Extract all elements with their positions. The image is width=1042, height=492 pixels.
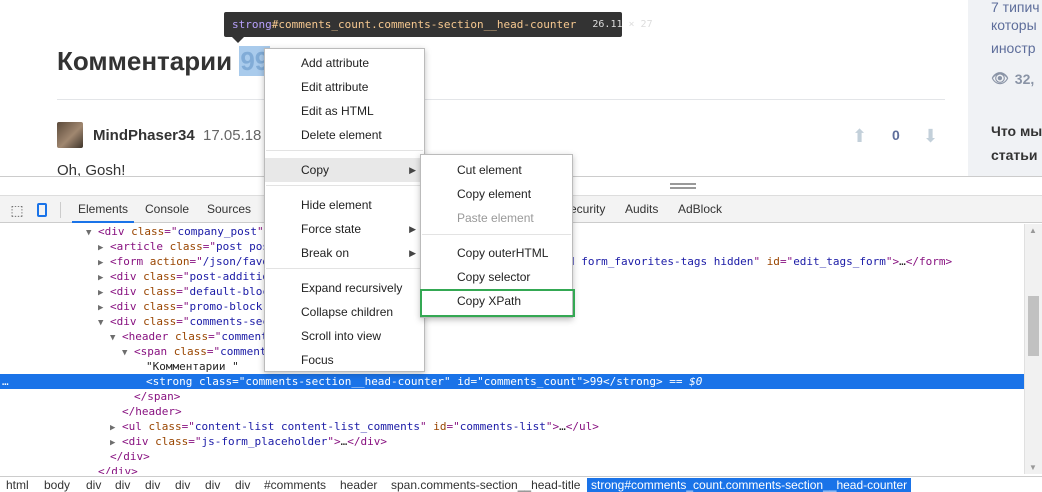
menu-item-break-on[interactable]: Break on ▶ bbox=[265, 241, 424, 265]
tooltip-arrow bbox=[232, 37, 244, 43]
menu-item-copy[interactable]: Copy ▶ bbox=[265, 158, 424, 182]
toolbar-divider bbox=[60, 202, 61, 218]
heading-divider bbox=[57, 99, 945, 100]
menu-item-force-state[interactable]: Force state ▶ bbox=[265, 217, 424, 241]
scroll-down-icon[interactable]: ▼ bbox=[1029, 463, 1037, 472]
dom-node[interactable]: </div> bbox=[0, 449, 1024, 464]
scroll-up-icon[interactable]: ▲ bbox=[1029, 226, 1037, 235]
menu-item-focus[interactable]: Focus bbox=[265, 348, 424, 372]
sidebar-heading-line[interactable]: Что мы bbox=[991, 120, 1042, 142]
menu-item-break-on-label: Break on bbox=[301, 246, 350, 260]
tooltip-dimensions: 26.11 × 27 bbox=[592, 19, 653, 30]
breadcrumb-item[interactable]: body bbox=[40, 478, 74, 492]
tooltip-selector: #comments_count.comments-section__head-c… bbox=[271, 18, 577, 31]
menu-item-copy-label: Copy bbox=[301, 163, 330, 177]
menu-item-scroll-into-view[interactable]: Scroll into view bbox=[265, 324, 424, 348]
tab-adblock[interactable]: AdBlock bbox=[672, 196, 728, 223]
tooltip-tag: strong bbox=[232, 18, 272, 31]
breadcrumb-item[interactable]: div bbox=[141, 478, 164, 492]
breadcrumb-item[interactable]: html bbox=[2, 478, 33, 492]
menu-item-copy-outerhtml[interactable]: Copy outerHTML bbox=[421, 241, 572, 265]
scroll-thumb[interactable] bbox=[1028, 296, 1039, 356]
menu-item-add-attribute[interactable]: Add attribute bbox=[265, 51, 424, 75]
dom-text-node[interactable]: "Комментарии " bbox=[0, 359, 1024, 374]
menu-separator bbox=[266, 185, 423, 186]
breadcrumb-item[interactable]: span.comments-section__head-title bbox=[387, 478, 584, 492]
comment-score: 0 bbox=[892, 127, 900, 143]
dom-breadcrumbs: html body div div div div div div #comme… bbox=[0, 476, 1042, 492]
menu-item-edit-html[interactable]: Edit as HTML bbox=[265, 99, 424, 123]
dom-node[interactable]: ▼ <header class="comment bbox=[0, 329, 1024, 344]
selected-node-ref: == $0 bbox=[669, 375, 703, 388]
menu-item-force-state-label: Force state bbox=[301, 222, 362, 236]
menu-item-copy-selector[interactable]: Copy selector bbox=[421, 265, 572, 289]
menu-item-hide-element[interactable]: Hide element bbox=[265, 193, 424, 217]
views-counter: 👁 32, bbox=[991, 70, 1034, 87]
comments-heading: Комментарии 99 bbox=[57, 46, 271, 77]
comment-header: MindPhaser34 17.05.18 ⬆ 0 ⬇ bbox=[57, 122, 947, 152]
comments-title-text: Комментарии bbox=[57, 46, 233, 76]
menu-item-edit-attribute[interactable]: Edit attribute bbox=[265, 75, 424, 99]
breadcrumb-item[interactable]: div bbox=[201, 478, 224, 492]
right-sidebar: 7 типич которы иностр 👁 32, Что мы стать… bbox=[968, 0, 1042, 176]
dom-node[interactable]: ▶ <ul class="content-list content-list_co… bbox=[0, 419, 1024, 434]
dom-node[interactable]: ▼ <span class="comment bbox=[0, 344, 1024, 359]
sidebar-link-line[interactable]: иностр bbox=[991, 37, 1036, 59]
tab-sources[interactable]: Sources bbox=[201, 196, 257, 223]
menu-item-collapse-children[interactable]: Collapse children bbox=[265, 300, 424, 324]
copy-xpath-highlight bbox=[420, 289, 575, 317]
breadcrumb-item[interactable]: header bbox=[336, 478, 381, 492]
comment-author[interactable]: MindPhaser34 bbox=[93, 127, 195, 144]
inspect-cursor-icon[interactable]: ⬚ bbox=[8, 201, 26, 219]
breadcrumb-item[interactable]: div bbox=[231, 478, 254, 492]
submenu-arrow-icon: ▶ bbox=[409, 224, 416, 234]
comment-date: 17.05.18 bbox=[203, 127, 262, 144]
menu-item-cut-element[interactable]: Cut element bbox=[421, 158, 572, 182]
tab-elements[interactable]: Elements bbox=[72, 196, 135, 223]
avatar[interactable] bbox=[57, 122, 83, 148]
dom-node-selected[interactable]: … <strong class="comments-section__head-c… bbox=[0, 374, 1024, 389]
context-menu: Add attribute Edit attribute Edit as HTM… bbox=[264, 48, 425, 372]
menu-separator bbox=[422, 234, 571, 235]
breadcrumb-item[interactable]: div bbox=[111, 478, 134, 492]
dom-node[interactable]: ▶ <div class="js-form_placeholder">…</div… bbox=[0, 434, 1024, 449]
device-toolbar-icon[interactable] bbox=[33, 201, 51, 219]
views-value: 32, bbox=[1014, 70, 1035, 87]
vote-down-icon[interactable]: ⬇ bbox=[923, 126, 938, 147]
dom-node[interactable]: </div> bbox=[0, 464, 1024, 474]
dom-scrollbar[interactable]: ▲ ▼ bbox=[1024, 224, 1042, 474]
element-inspect-tooltip: strong #comments_count.comments-section__… bbox=[224, 12, 653, 37]
menu-item-expand-recursively[interactable]: Expand recursively bbox=[265, 276, 424, 300]
comment-text: Oh, Gosh! bbox=[57, 162, 126, 176]
menu-item-paste-element: Paste element bbox=[457, 211, 534, 225]
breadcrumb-item-active[interactable]: strong#comments_count.comments-section__… bbox=[587, 478, 912, 492]
breadcrumb-item[interactable]: div bbox=[171, 478, 194, 492]
sidebar-link-line[interactable]: которы bbox=[991, 14, 1037, 36]
dom-node[interactable]: </header> bbox=[0, 404, 1024, 419]
tab-console[interactable]: Console bbox=[139, 196, 195, 223]
submenu-arrow-icon: ▶ bbox=[409, 165, 416, 175]
sidebar-heading-line[interactable]: статьи bbox=[991, 144, 1038, 166]
menu-separator bbox=[266, 268, 423, 269]
submenu-arrow-icon: ▶ bbox=[409, 248, 416, 258]
breadcrumb-item[interactable]: #comments bbox=[260, 478, 330, 492]
dom-node[interactable]: </span> bbox=[0, 389, 1024, 404]
copy-submenu: Cut element Copy element Paste element C… bbox=[420, 154, 575, 318]
eye-icon: 👁 bbox=[991, 70, 1009, 86]
menu-item-delete-element[interactable]: Delete element bbox=[265, 123, 424, 147]
breadcrumb-item[interactable]: div bbox=[82, 478, 105, 492]
menu-separator bbox=[266, 150, 423, 151]
tab-audits[interactable]: Audits bbox=[619, 196, 664, 223]
resize-handle[interactable] bbox=[670, 183, 696, 189]
menu-item-copy-element[interactable]: Copy element bbox=[421, 182, 572, 206]
vote-up-icon[interactable]: ⬆ bbox=[852, 126, 867, 147]
